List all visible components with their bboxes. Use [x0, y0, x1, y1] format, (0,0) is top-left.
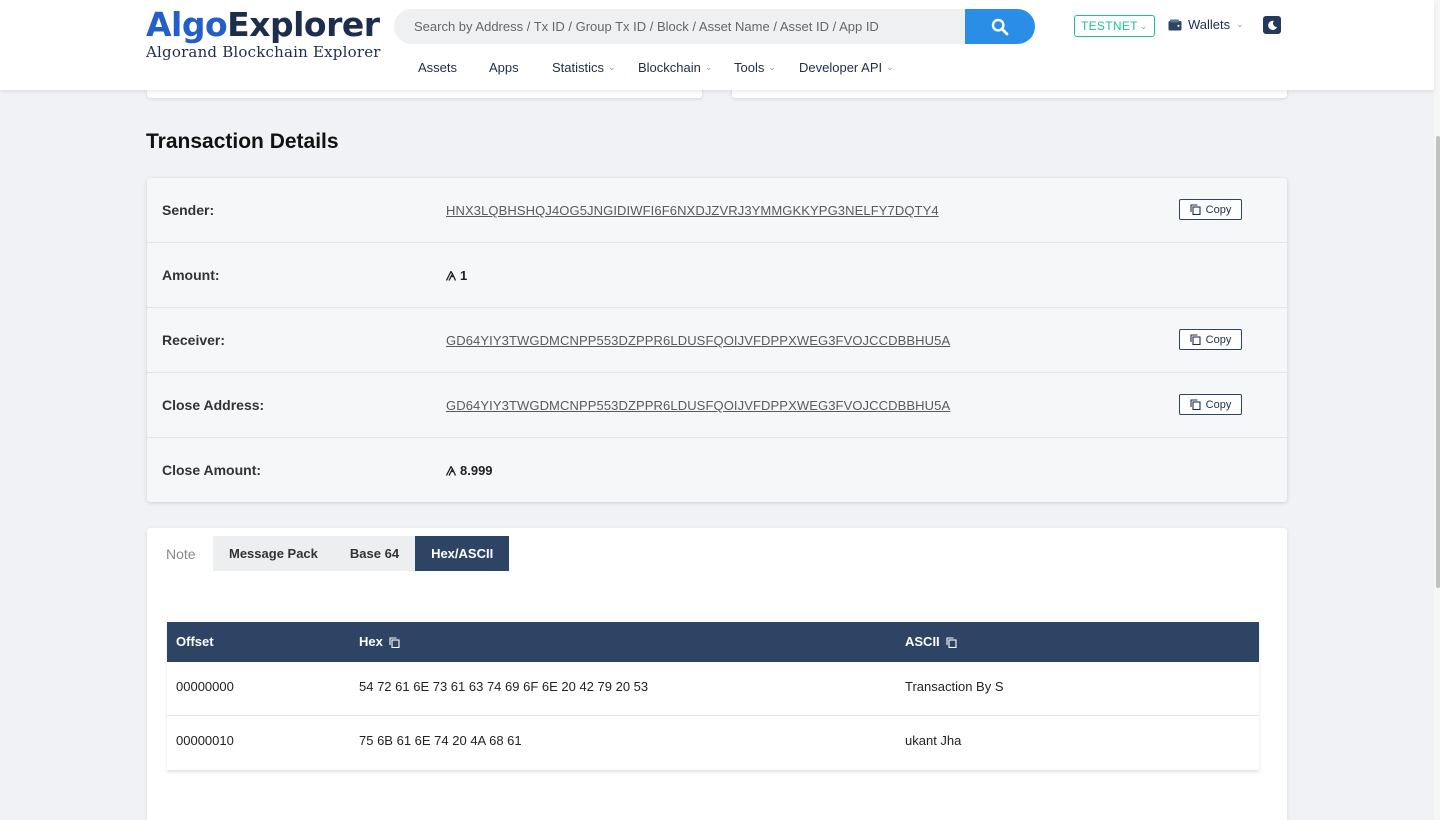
copy-icon: [1190, 204, 1201, 215]
wallet-icon: [1168, 19, 1182, 30]
site-logo[interactable]: AlgoExplorer Algorand Blockchain Explore…: [146, 6, 381, 62]
nav-label: Blockchain: [638, 60, 701, 75]
amount-value-wrap: 1: [446, 243, 467, 308]
search-icon: [991, 18, 1009, 35]
logo-algo: Algo: [146, 5, 228, 44]
nav-label: Assets: [418, 60, 458, 75]
copy-close-address-button[interactable]: Copy: [1179, 394, 1242, 415]
nav-label: Developer API: [799, 60, 883, 75]
moon-icon: [1267, 20, 1277, 30]
copy-icon[interactable]: [946, 636, 957, 648]
wallets-label: Wallets: [1188, 17, 1231, 32]
close-amount-value: 8.999: [460, 463, 493, 478]
chevron-down-icon: ⌄: [768, 62, 776, 72]
copy-receiver-button[interactable]: Copy: [1179, 329, 1242, 350]
close-address-link[interactable]: GD64YIY3TWGDMCNPP553DZPPR6LDUSFQOIJVFDPP…: [446, 398, 950, 413]
detail-row-receiver: Receiver: GD64YIY3TWGDMCNPP553DZPPR6LDUS…: [147, 308, 1287, 373]
nav-blockchain[interactable]: Blockchain ⌄: [638, 60, 712, 75]
ascii-cell: ukant Jha: [905, 733, 962, 748]
page-scrollbar[interactable]: [1434, 0, 1440, 820]
search-button[interactable]: [965, 9, 1035, 44]
column-label: Offset: [176, 634, 214, 649]
top-header: AlgoExplorer Algorand Blockchain Explore…: [0, 0, 1434, 90]
offset-cell: 00000010: [176, 733, 234, 748]
detail-row-amount: Amount: 1: [147, 243, 1287, 308]
hex-cell: 75 6B 61 6E 74 20 4A 68 61: [359, 733, 522, 748]
col-hex: Hex: [359, 622, 400, 662]
nav-tools[interactable]: Tools ⌄: [734, 60, 776, 75]
tab-base64[interactable]: Base 64: [333, 536, 416, 571]
scrollbar-thumb[interactable]: [1436, 136, 1440, 588]
nav-apps[interactable]: Apps: [489, 60, 519, 75]
logo-explorer: Explorer: [227, 5, 380, 44]
note-format-tabs: Message Pack Base 64 Hex/ASCII: [213, 536, 510, 571]
col-offset: Offset: [176, 622, 214, 662]
copy-icon: [1190, 334, 1201, 345]
nav-assets[interactable]: Assets: [418, 60, 457, 75]
nav-statistics[interactable]: Statistics ⌄: [552, 60, 616, 75]
column-label: ASCII: [905, 634, 940, 649]
detail-label: Sender:: [162, 202, 215, 218]
nav-developer-api[interactable]: Developer API ⌄: [799, 60, 894, 75]
chevron-down-icon: ⌄: [704, 62, 713, 72]
algo-icon: [446, 465, 456, 476]
main-nav: Assets Apps Statistics ⌄ Blockchain ⌄ Tool…: [0, 60, 1434, 76]
receiver-address-link[interactable]: GD64YIY3TWGDMCNPP553DZPPR6LDUSFQOIJVFDPP…: [446, 333, 950, 348]
hex-ascii-table: Offset Hex ASCII 00000000 54 72 61 6E 73…: [167, 622, 1259, 770]
detail-row-sender: Sender: HNX3LQBHSHQJ4OG5JNGIDIWFI6F6NXDJ…: [147, 178, 1287, 243]
ascii-cell: Transaction By S: [905, 679, 1004, 694]
copy-icon[interactable]: [389, 636, 400, 648]
table-row: 00000010 75 6B 61 6E 74 20 4A 68 61 ukan…: [167, 716, 1259, 770]
wallets-menu[interactable]: Wallets ⌄: [1168, 17, 1244, 32]
network-label: TESTNET: [1081, 19, 1138, 33]
table-header: Offset Hex ASCII: [167, 622, 1259, 662]
transaction-details-card: Sender: HNX3LQBHSHQJ4OG5JNGIDIWFI6F6NXDJ…: [147, 178, 1287, 502]
copy-sender-button[interactable]: Copy: [1179, 199, 1242, 220]
note-label: Note: [166, 546, 196, 562]
col-ascii: ASCII: [905, 622, 957, 662]
detail-row-close-amount: Close Amount: 8.999: [147, 438, 1287, 502]
sender-address-link[interactable]: HNX3LQBHSHQJ4OG5JNGIDIWFI6F6NXDJZVRJ3YMM…: [446, 203, 939, 218]
copy-label: Copy: [1205, 203, 1232, 216]
chevron-down-icon: ⌄: [1236, 19, 1244, 29]
detail-row-close-address: Close Address: GD64YIY3TWGDMCNPP553DZPPR…: [147, 373, 1287, 438]
detail-label: Receiver:: [162, 332, 226, 348]
column-label: Hex: [359, 634, 383, 649]
nav-label: Statistics: [552, 60, 605, 75]
chevron-down-icon: ⌄: [1139, 20, 1148, 31]
hex-cell: 54 72 61 6E 73 61 63 74 69 6F 6E 20 42 7…: [359, 679, 649, 694]
note-card: Note Message Pack Base 64 Hex/ASCII Offs…: [147, 528, 1287, 820]
algo-icon: [446, 270, 456, 281]
logo-subtitle: Algorand Blockchain Explorer: [146, 43, 381, 61]
network-selector[interactable]: TESTNET ⌄: [1074, 15, 1155, 37]
table-row: 00000000 54 72 61 6E 73 61 63 74 69 6F 6…: [167, 662, 1259, 716]
offset-cell: 00000000: [176, 679, 234, 694]
search-bar: [394, 9, 1035, 44]
detail-label: Amount:: [162, 267, 220, 283]
chevron-down-icon: ⌄: [608, 62, 616, 72]
logo-wordmark: AlgoExplorer: [146, 6, 381, 44]
page-title: Transaction Details: [146, 130, 339, 153]
chevron-down-icon: ⌄: [886, 62, 894, 72]
tab-hex-ascii[interactable]: Hex/ASCII: [415, 536, 510, 571]
dark-mode-toggle[interactable]: [1263, 16, 1281, 34]
detail-label: Close Address:: [162, 397, 265, 413]
nav-label: Tools: [734, 60, 765, 75]
copy-icon: [1190, 399, 1201, 410]
detail-label: Close Amount:: [162, 462, 262, 478]
copy-label: Copy: [1205, 333, 1232, 346]
close-amount-value-wrap: 8.999: [446, 438, 493, 503]
tab-message-pack[interactable]: Message Pack: [213, 536, 334, 571]
amount-value: 1: [460, 268, 468, 283]
nav-label: Apps: [489, 60, 519, 75]
search-input[interactable]: [394, 9, 964, 44]
copy-label: Copy: [1205, 398, 1232, 411]
